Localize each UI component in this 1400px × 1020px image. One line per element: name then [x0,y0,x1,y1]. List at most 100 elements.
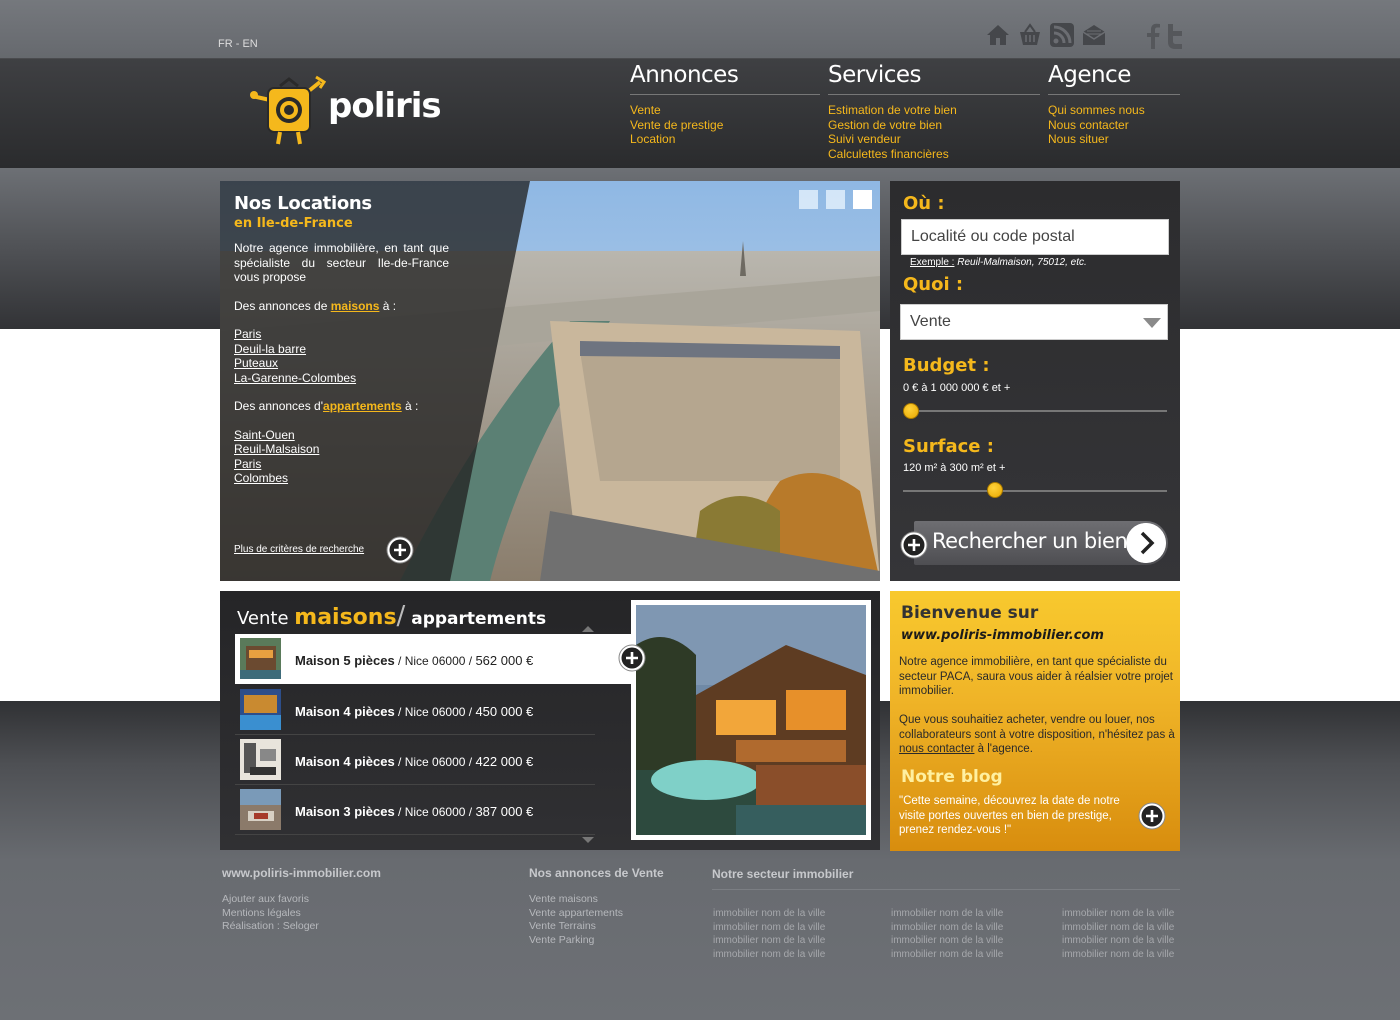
sector-link[interactable]: immobilier nom de la ville [713,948,825,962]
surface-slider-handle[interactable] [987,482,1004,498]
budget-slider-handle[interactable] [902,403,919,419]
listings-tab-maisons[interactable]: maisons [294,605,396,630]
language-switcher[interactable]: FR - EN [218,38,258,50]
nav-link-vente-prestige[interactable]: Vente de prestige [630,118,820,133]
listing-price: 387 000 € [475,804,534,819]
nav-link-contact[interactable]: Nous contacter [1048,118,1180,133]
footer-sector: Notre secteur immobilier immobilier nom … [712,867,1180,960]
nav-link-gestion[interactable]: Gestion de votre bien [828,118,1040,133]
sector-link[interactable]: immobilier nom de la ville [891,907,1003,921]
nav-title[interactable]: Annonces [630,62,820,95]
footer-link[interactable]: Mentions légales [222,907,381,921]
plus-icon[interactable] [900,531,928,559]
more-criteria-link[interactable]: Plus de critères de recherche [234,544,364,555]
mail-icon[interactable] [1081,22,1107,48]
nav-link-calculettes[interactable]: Calculettes financières [828,147,1040,162]
nav-agence: Agence Qui sommes nous Nous contacter No… [1048,62,1180,147]
nav-link-location[interactable]: Location [630,132,820,147]
city-link[interactable]: Paris [234,457,449,472]
city-link[interactable]: Reuil-Malsaison [234,442,449,457]
city-link[interactable]: Saint-Ouen [234,428,449,443]
sector-link[interactable]: immobilier nom de la ville [1062,934,1174,948]
city-link[interactable]: Colombes [234,471,449,486]
nav-title[interactable]: Services [828,62,1040,95]
footer-link[interactable]: Vente maisons [529,893,664,907]
blog-title[interactable]: Notre blog [901,767,1003,787]
city-link[interactable]: Deuil-la barre [234,342,449,357]
listing-location: / Nice 06000 / [394,654,476,668]
slide-dot[interactable] [826,190,845,209]
slide-dot-active[interactable] [853,190,872,209]
hero-houses-link[interactable]: maisons [331,299,380,313]
blog-quote: "Cette semaine, découvrez la date de not… [899,795,1120,836]
footer-link[interactable]: Vente appartements [529,907,664,921]
listing-row[interactable]: Maison 4 pièces / Nice 06000 / 450 000 € [235,685,595,735]
sector-link[interactable]: immobilier nom de la ville [1062,907,1174,921]
surface-label: Surface : [903,436,994,457]
welcome-contact-after: à l'agence. [974,743,1033,755]
slide-dot[interactable] [799,190,818,209]
footer-site-title[interactable]: www.poliris-immobilier.com [222,866,381,880]
listing-row[interactable]: Maison 4 pièces / Nice 06000 / 422 000 € [235,735,595,785]
sector-link[interactable]: immobilier nom de la ville [713,907,825,921]
nav-link-suivi[interactable]: Suivi vendeur [828,132,1040,147]
listing-row[interactable]: Maison 5 pièces / Nice 06000 / 562 000 € [235,634,631,684]
nav-annonces: Annonces Vente Vente de prestige Locatio… [630,62,820,147]
sector-link[interactable]: immobilier nom de la ville [891,934,1003,948]
surface-slider-track[interactable] [903,490,1167,492]
budget-slider-track[interactable] [903,410,1167,412]
logo[interactable]: poliris [250,74,442,148]
welcome-url[interactable]: www.poliris-immobilier.com [901,628,1104,643]
rss-icon[interactable] [1049,22,1075,48]
scroll-up-icon[interactable] [582,626,594,632]
footer-link[interactable]: Réalisation : Seloger [222,920,381,934]
plus-icon[interactable] [1138,802,1166,830]
plus-icon[interactable] [386,536,414,564]
sector-link[interactable]: immobilier nom de la ville [1062,948,1174,962]
twitter-icon[interactable] [1164,22,1184,50]
hero-houses-line: Des annonces de maisons à : [234,299,449,314]
footer-link[interactable]: Vente Parking [529,934,664,948]
nav-link-estimation[interactable]: Estimation de votre bien [828,103,1040,118]
sector-link[interactable]: immobilier nom de la ville [891,921,1003,935]
city-link[interactable]: La-Garenne-Colombes [234,371,449,386]
listing-location: / Nice 06000 / [394,705,476,719]
location-input[interactable]: Localité ou code postal [901,219,1169,255]
nav-link-vente[interactable]: Vente [630,103,820,118]
listings-panel: Vente maisons/ appartements Maison 5 piè… [220,591,880,850]
city-link[interactable]: Paris [234,327,449,342]
nav-title[interactable]: Agence [1048,62,1180,95]
home-icon[interactable] [985,22,1011,48]
slider-dots [799,190,872,209]
listing-text: Maison 5 pièces / Nice 06000 / 562 000 € [295,653,533,668]
contact-link[interactable]: nous contacter [899,743,974,755]
listing-thumbnail [240,789,281,830]
sector-link[interactable]: immobilier nom de la ville [1062,921,1174,935]
hero-apts-link[interactable]: appartements [323,399,402,413]
city-link[interactable]: Puteaux [234,356,449,371]
nav-link-qui-sommes-nous[interactable]: Qui sommes nous [1048,103,1180,118]
listings-title-vente: Vente [237,608,295,629]
chevron-right-icon [1126,523,1166,563]
basket-icon[interactable] [1017,22,1043,48]
listing-price: 422 000 € [475,754,534,769]
top-icons [985,22,1107,48]
footer-link[interactable]: Ajouter aux favoris [222,893,381,907]
footer-link[interactable]: Vente Terrains [529,920,664,934]
search-button[interactable]: Rechercher un bien [914,521,1168,565]
listing-row[interactable]: Maison 3 pièces / Nice 06000 / 387 000 € [235,785,595,835]
sector-link[interactable]: immobilier nom de la ville [713,934,825,948]
sector-link[interactable]: immobilier nom de la ville [891,948,1003,962]
sector-link[interactable]: immobilier nom de la ville [713,921,825,935]
listings-tab-appartements[interactable]: appartements [405,609,546,629]
plus-icon[interactable] [618,644,646,672]
listings-title-slash: / [396,601,406,631]
listing-photo[interactable] [631,600,871,840]
type-select-value: Vente [910,313,951,330]
nav-link-situer[interactable]: Nous situer [1048,132,1180,147]
facebook-icon[interactable] [1144,22,1162,50]
budget-label: Budget : [903,355,990,376]
scroll-down-icon[interactable] [582,837,594,843]
type-select[interactable]: Vente [900,304,1168,340]
where-label: Où : [903,193,945,214]
